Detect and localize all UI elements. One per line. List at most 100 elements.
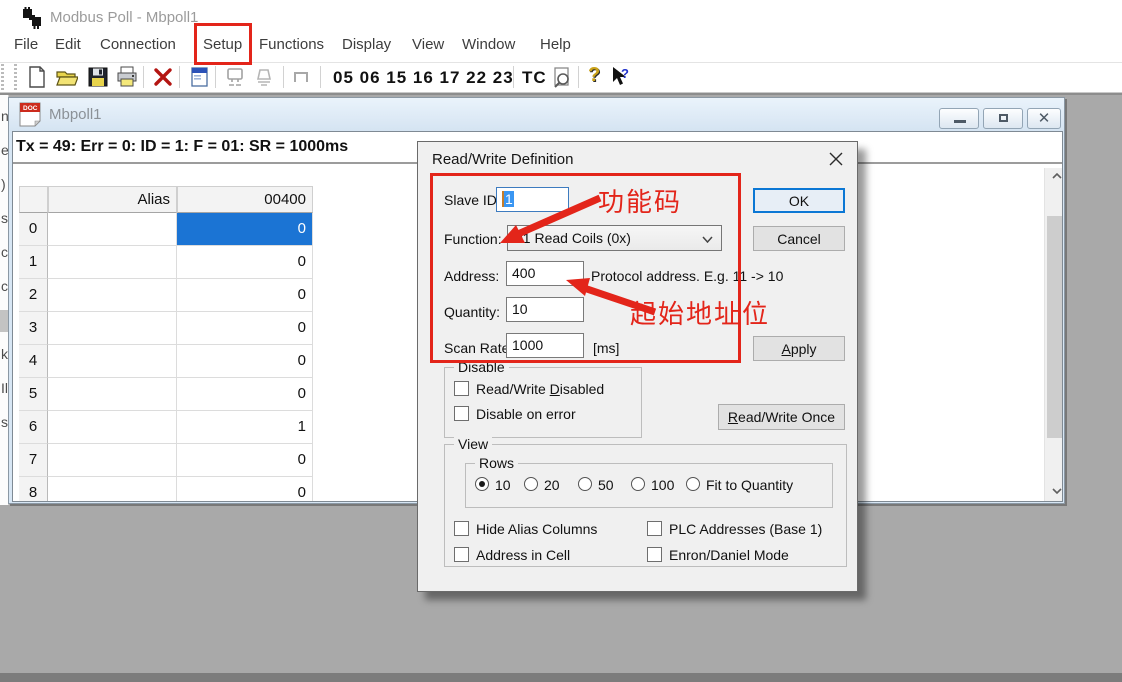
restore-button[interactable] bbox=[983, 108, 1023, 129]
minimize-icon bbox=[954, 120, 966, 123]
read-write-once-button[interactable]: Read/Write Once bbox=[718, 404, 845, 430]
alias-cell[interactable] bbox=[48, 477, 177, 501]
view-group-label: View bbox=[454, 436, 492, 452]
app-icon bbox=[21, 7, 44, 29]
restore-icon bbox=[999, 114, 1008, 122]
alias-cell[interactable] bbox=[48, 213, 177, 246]
display-window-icon[interactable] bbox=[189, 66, 211, 88]
background-partial-text: n e ) s c c c k Il s bbox=[0, 95, 8, 439]
value-cell[interactable]: 0 bbox=[177, 246, 313, 279]
plc-addresses-label: PLC Addresses (Base 1) bbox=[669, 521, 822, 537]
app-window-chrome: Modbus Poll - Mbpoll1 File Edit Connecti… bbox=[0, 0, 1122, 95]
close-button[interactable]: ✕ bbox=[1027, 108, 1061, 129]
fit-to-quantity-radio[interactable] bbox=[686, 477, 700, 491]
apply-label-rest: pply bbox=[791, 341, 817, 357]
row-header[interactable]: 6 bbox=[19, 411, 48, 444]
address-in-cell-checkbox[interactable] bbox=[454, 547, 469, 562]
read-write-disabled-label: Read/Write Disabled bbox=[476, 381, 604, 397]
address-in-cell-label: Address in Cell bbox=[476, 547, 570, 563]
menu-item-edit[interactable]: Edit bbox=[55, 36, 81, 53]
alias-cell[interactable] bbox=[48, 279, 177, 312]
rows-20-radio[interactable] bbox=[524, 477, 538, 491]
rows-10-label: 10 bbox=[495, 477, 511, 493]
row-header[interactable]: 5 bbox=[19, 378, 48, 411]
test-center-button[interactable]: TC bbox=[522, 68, 547, 88]
row-header[interactable]: 3 bbox=[19, 312, 48, 345]
minimize-button[interactable] bbox=[939, 108, 979, 129]
view-group: View Rows 10 20 50 100 Fit to Quantity H… bbox=[444, 444, 847, 567]
context-help-icon[interactable]: ? bbox=[609, 66, 631, 88]
disconnect-icon[interactable] bbox=[253, 66, 275, 88]
alias-cell[interactable] bbox=[48, 378, 177, 411]
new-file-icon[interactable] bbox=[26, 66, 48, 88]
menu-item-window[interactable]: Window bbox=[462, 36, 515, 53]
rows-100-label: 100 bbox=[651, 477, 674, 493]
toolbar-grip bbox=[1, 64, 4, 90]
value-cell[interactable]: 0 bbox=[177, 477, 313, 501]
scroll-up-icon[interactable] bbox=[1045, 168, 1062, 186]
menu-item-functions[interactable]: Functions bbox=[259, 36, 324, 53]
cancel-button[interactable]: Cancel bbox=[753, 226, 845, 251]
toolbar-separator bbox=[215, 66, 216, 88]
row-header[interactable]: 1 bbox=[19, 246, 48, 279]
plc-addresses-checkbox[interactable] bbox=[647, 521, 662, 536]
disable-on-error-label: Disable on error bbox=[476, 406, 576, 422]
grid-header-00400[interactable]: 00400 bbox=[177, 186, 313, 213]
scrollbar-thumb[interactable] bbox=[1047, 216, 1062, 438]
value-cell[interactable]: 0 bbox=[177, 444, 313, 477]
rows-50-radio[interactable] bbox=[578, 477, 592, 491]
value-cell-selected[interactable]: 0 bbox=[177, 213, 313, 246]
menu-item-view[interactable]: View bbox=[412, 36, 444, 53]
hide-alias-columns-label: Hide Alias Columns bbox=[476, 521, 597, 537]
row-header[interactable]: 4 bbox=[19, 345, 48, 378]
grid-corner-header bbox=[19, 186, 48, 213]
value-cell[interactable]: 0 bbox=[177, 279, 313, 312]
save-icon[interactable] bbox=[87, 66, 109, 88]
svg-text:DOC: DOC bbox=[23, 105, 38, 112]
alias-cell[interactable] bbox=[48, 246, 177, 279]
read-write-disabled-checkbox[interactable] bbox=[454, 381, 469, 396]
row-header[interactable]: 0 bbox=[19, 213, 48, 246]
row-header[interactable]: 2 bbox=[19, 279, 48, 312]
vertical-scrollbar[interactable] bbox=[1044, 168, 1062, 501]
value-cell[interactable]: 0 bbox=[177, 378, 313, 411]
toolbar-separator bbox=[179, 66, 180, 88]
menu-item-connection[interactable]: Connection bbox=[100, 36, 176, 53]
print-icon[interactable] bbox=[116, 66, 138, 88]
annotation-start-address: 起始地址位 bbox=[630, 294, 770, 331]
ok-button[interactable]: OK bbox=[753, 188, 845, 213]
alias-cell[interactable] bbox=[48, 444, 177, 477]
hide-alias-columns-checkbox[interactable] bbox=[454, 521, 469, 536]
alias-cell[interactable] bbox=[48, 312, 177, 345]
toolbar-separator bbox=[320, 66, 321, 88]
menu-item-help[interactable]: Help bbox=[540, 36, 571, 53]
open-file-icon[interactable] bbox=[56, 66, 78, 88]
rows-50-label: 50 bbox=[598, 477, 614, 493]
find-icon[interactable] bbox=[551, 66, 573, 88]
toolbar-separator bbox=[143, 66, 144, 88]
function-code-buttons[interactable]: 05 06 15 16 17 22 23 bbox=[333, 68, 514, 88]
value-cell[interactable]: 1 bbox=[177, 411, 313, 444]
mbpoll-titlebar[interactable]: DOC Mbpoll1 ✕ bbox=[9, 98, 1064, 131]
value-cell[interactable]: 0 bbox=[177, 345, 313, 378]
enron-daniel-checkbox[interactable] bbox=[647, 547, 662, 562]
app-title: Modbus Poll - Mbpoll1 bbox=[50, 9, 198, 26]
rows-100-radio[interactable] bbox=[631, 477, 645, 491]
menu-item-file[interactable]: File bbox=[14, 36, 38, 53]
row-header[interactable]: 8 bbox=[19, 477, 48, 501]
rows-10-radio[interactable] bbox=[475, 477, 489, 491]
alias-cell[interactable] bbox=[48, 345, 177, 378]
disable-on-error-checkbox[interactable] bbox=[454, 406, 469, 421]
scroll-down-icon[interactable] bbox=[1045, 483, 1062, 501]
value-cell[interactable]: 0 bbox=[177, 312, 313, 345]
apply-button[interactable]: Apply bbox=[753, 336, 845, 361]
row-header[interactable]: 7 bbox=[19, 444, 48, 477]
pulse-icon[interactable] bbox=[292, 66, 314, 88]
connect-icon[interactable] bbox=[224, 66, 246, 88]
grid-header-alias[interactable]: Alias bbox=[48, 186, 177, 213]
delete-icon[interactable] bbox=[152, 66, 174, 88]
help-icon[interactable]: ? bbox=[588, 64, 600, 87]
dialog-close-icon[interactable] bbox=[829, 152, 843, 166]
alias-cell[interactable] bbox=[48, 411, 177, 444]
menu-item-display[interactable]: Display bbox=[342, 36, 391, 53]
